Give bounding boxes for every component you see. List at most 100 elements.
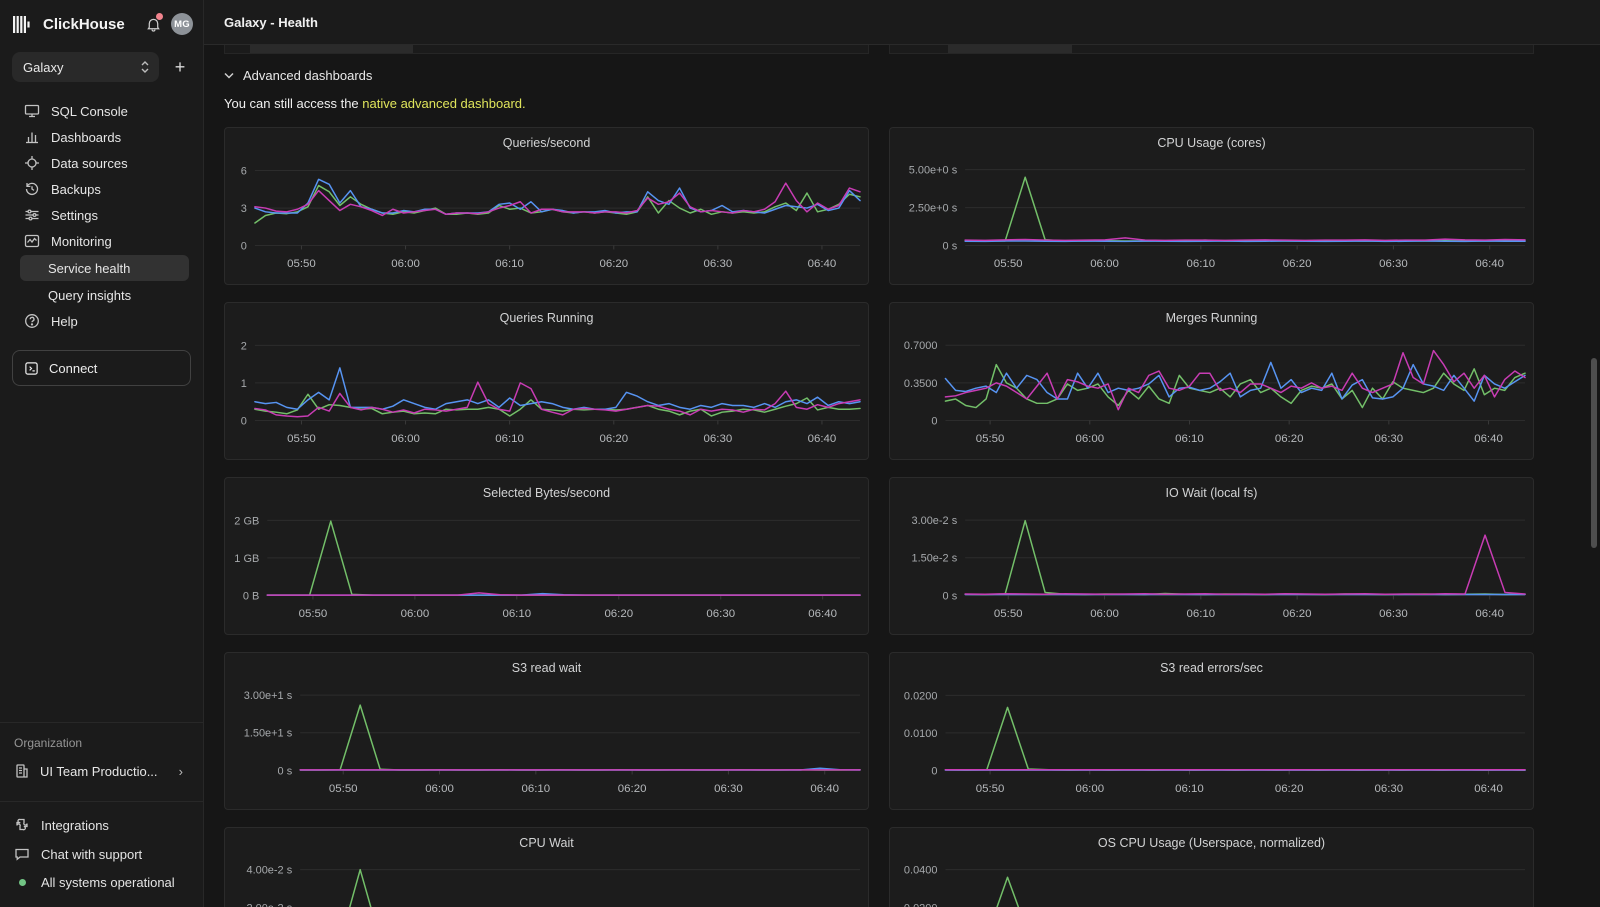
sidebar-item-service-health[interactable]: Service health xyxy=(20,255,189,281)
svg-text:05:50: 05:50 xyxy=(287,433,316,445)
svg-text:6: 6 xyxy=(241,166,247,178)
bar-chart-icon xyxy=(24,129,40,145)
chart-card[interactable]: S3 read errors/sec 00.01000.020005:5006:… xyxy=(889,652,1534,810)
chart-canvas: 00.02000.040005:5006:0006:1006:2006:3006… xyxy=(890,828,1533,907)
scrolled-card-remnant xyxy=(889,45,1534,54)
svg-text:3.00e+1 s: 3.00e+1 s xyxy=(244,690,293,702)
native-dashboard-link[interactable]: native advanced dashboard. xyxy=(362,96,525,111)
sidebar-bottom: Organization UI Team Productio... › Inte… xyxy=(0,722,203,907)
chevron-updown-icon xyxy=(140,60,150,74)
sidebar-item-monitoring[interactable]: Monitoring xyxy=(0,228,203,254)
svg-text:0 s: 0 s xyxy=(943,590,958,602)
data-sources-icon xyxy=(24,155,40,171)
system-status[interactable]: All systems operational xyxy=(14,875,189,890)
sidebar-item-label: Data sources xyxy=(51,156,128,171)
notification-dot xyxy=(156,13,163,20)
organization-icon xyxy=(14,763,30,779)
service-selector-value: Galaxy xyxy=(23,60,63,75)
svg-text:06:30: 06:30 xyxy=(1379,608,1408,620)
svg-text:05:50: 05:50 xyxy=(329,783,358,795)
sidebar-item-settings[interactable]: Settings xyxy=(0,202,203,228)
organization-switcher[interactable]: UI Team Productio... › xyxy=(14,763,191,779)
svg-text:06:20: 06:20 xyxy=(604,608,633,620)
svg-text:05:50: 05:50 xyxy=(287,258,316,270)
chart-card[interactable]: S3 read wait 0 s1.50e+1 s3.00e+1 s05:500… xyxy=(224,652,869,810)
svg-text:05:50: 05:50 xyxy=(994,258,1023,270)
add-service-button[interactable]: + xyxy=(169,56,191,78)
svg-text:06:10: 06:10 xyxy=(495,258,524,270)
svg-text:06:30: 06:30 xyxy=(1379,258,1408,270)
sidebar-item-integrations[interactable]: Integrations xyxy=(14,817,189,833)
organization-section: Organization UI Team Productio... › xyxy=(0,722,203,791)
advanced-dashboards-toggle[interactable]: Advanced dashboards xyxy=(224,68,1600,83)
clickhouse-logo-icon xyxy=(13,16,33,33)
vertical-scrollbar-thumb[interactable] xyxy=(1591,358,1597,548)
sidebar-item-sql-console[interactable]: SQL Console xyxy=(0,98,203,124)
svg-text:06:10: 06:10 xyxy=(522,783,551,795)
svg-text:06:00: 06:00 xyxy=(1075,433,1104,445)
svg-text:06:20: 06:20 xyxy=(1283,258,1312,270)
svg-text:06:40: 06:40 xyxy=(1475,258,1504,270)
svg-text:06:40: 06:40 xyxy=(1475,608,1504,620)
svg-text:06:10: 06:10 xyxy=(1175,433,1204,445)
chart-card[interactable]: CPU Usage (cores) 0 s2.50e+0 s5.00e+0 s0… xyxy=(889,127,1534,285)
chart-card[interactable]: CPU Wait 0 s2.00e-2 s4.00e-2 s05:5006:00… xyxy=(224,827,869,907)
sidebar-item-label: Help xyxy=(51,314,78,329)
chart-canvas: 0 s1.50e-2 s3.00e-2 s05:5006:0006:1006:2… xyxy=(890,478,1533,634)
sidebar-item-query-insights[interactable]: Query insights xyxy=(0,282,203,308)
svg-text:06:30: 06:30 xyxy=(704,433,733,445)
chart-card[interactable]: Queries/second 03605:5006:0006:1006:2006… xyxy=(224,127,869,285)
service-selector[interactable]: Galaxy xyxy=(12,52,159,82)
svg-text:06:40: 06:40 xyxy=(808,608,837,620)
svg-text:06:40: 06:40 xyxy=(1474,783,1503,795)
svg-text:1: 1 xyxy=(241,378,247,390)
chart-card[interactable]: IO Wait (local fs) 0 s1.50e-2 s3.00e-2 s… xyxy=(889,477,1534,635)
svg-text:2 GB: 2 GB xyxy=(234,515,259,527)
history-icon xyxy=(24,181,40,197)
monitor-icon xyxy=(24,103,40,119)
chart-card[interactable]: Selected Bytes/second 0 B1 GB2 GB05:5006… xyxy=(224,477,869,635)
svg-text:0: 0 xyxy=(931,415,937,427)
puzzle-icon xyxy=(14,817,30,833)
svg-text:3: 3 xyxy=(241,203,247,215)
sidebar-item-dashboards[interactable]: Dashboards xyxy=(0,124,203,150)
svg-text:3.00e-2 s: 3.00e-2 s xyxy=(911,515,957,527)
page-header: Galaxy - Health xyxy=(204,0,1600,45)
sidebar-item-help[interactable]: Help xyxy=(0,308,203,334)
connect-button[interactable]: Connect xyxy=(12,350,191,386)
svg-text:06:00: 06:00 xyxy=(1075,783,1104,795)
svg-text:06:10: 06:10 xyxy=(502,608,531,620)
svg-text:06:30: 06:30 xyxy=(1375,783,1404,795)
svg-text:06:40: 06:40 xyxy=(810,783,839,795)
svg-text:06:10: 06:10 xyxy=(1187,608,1216,620)
help-icon xyxy=(24,313,40,329)
status-label: All systems operational xyxy=(41,875,175,890)
svg-text:06:10: 06:10 xyxy=(1187,258,1216,270)
svg-text:0: 0 xyxy=(931,765,937,777)
svg-text:06:00: 06:00 xyxy=(391,433,420,445)
advanced-dashboard-notice: You can still access the native advanced… xyxy=(224,96,1600,111)
svg-text:06:20: 06:20 xyxy=(618,783,647,795)
sidebar-item-chat-support[interactable]: Chat with support xyxy=(14,846,189,862)
svg-text:1 GB: 1 GB xyxy=(234,553,259,565)
sidebar-item-data-sources[interactable]: Data sources xyxy=(0,150,203,176)
app-root: ClickHouse MG Galaxy + SQL Console xyxy=(0,0,1600,907)
connect-icon xyxy=(24,361,39,376)
chart-card[interactable]: OS CPU Usage (Userspace, normalized) 00.… xyxy=(889,827,1534,907)
svg-text:06:10: 06:10 xyxy=(1175,783,1204,795)
svg-text:06:00: 06:00 xyxy=(391,258,420,270)
sidebar-item-backups[interactable]: Backups xyxy=(0,176,203,202)
sliders-icon xyxy=(24,207,40,223)
sidebar-item-label: Query insights xyxy=(48,288,131,303)
avatar[interactable]: MG xyxy=(171,13,193,35)
svg-text:06:40: 06:40 xyxy=(808,433,837,445)
svg-text:05:50: 05:50 xyxy=(976,433,1005,445)
svg-text:0.0100: 0.0100 xyxy=(904,728,938,740)
footer-item-label: Chat with support xyxy=(41,847,142,862)
chart-card[interactable]: Queries Running 01205:5006:0006:1006:200… xyxy=(224,302,869,460)
chart-card[interactable]: Merges Running 00.35000.700005:5006:0006… xyxy=(889,302,1534,460)
svg-text:0: 0 xyxy=(241,240,247,252)
svg-text:0 s: 0 s xyxy=(943,240,958,252)
notifications-bell-icon[interactable] xyxy=(143,14,163,34)
svg-text:1.50e+1 s: 1.50e+1 s xyxy=(244,728,293,740)
